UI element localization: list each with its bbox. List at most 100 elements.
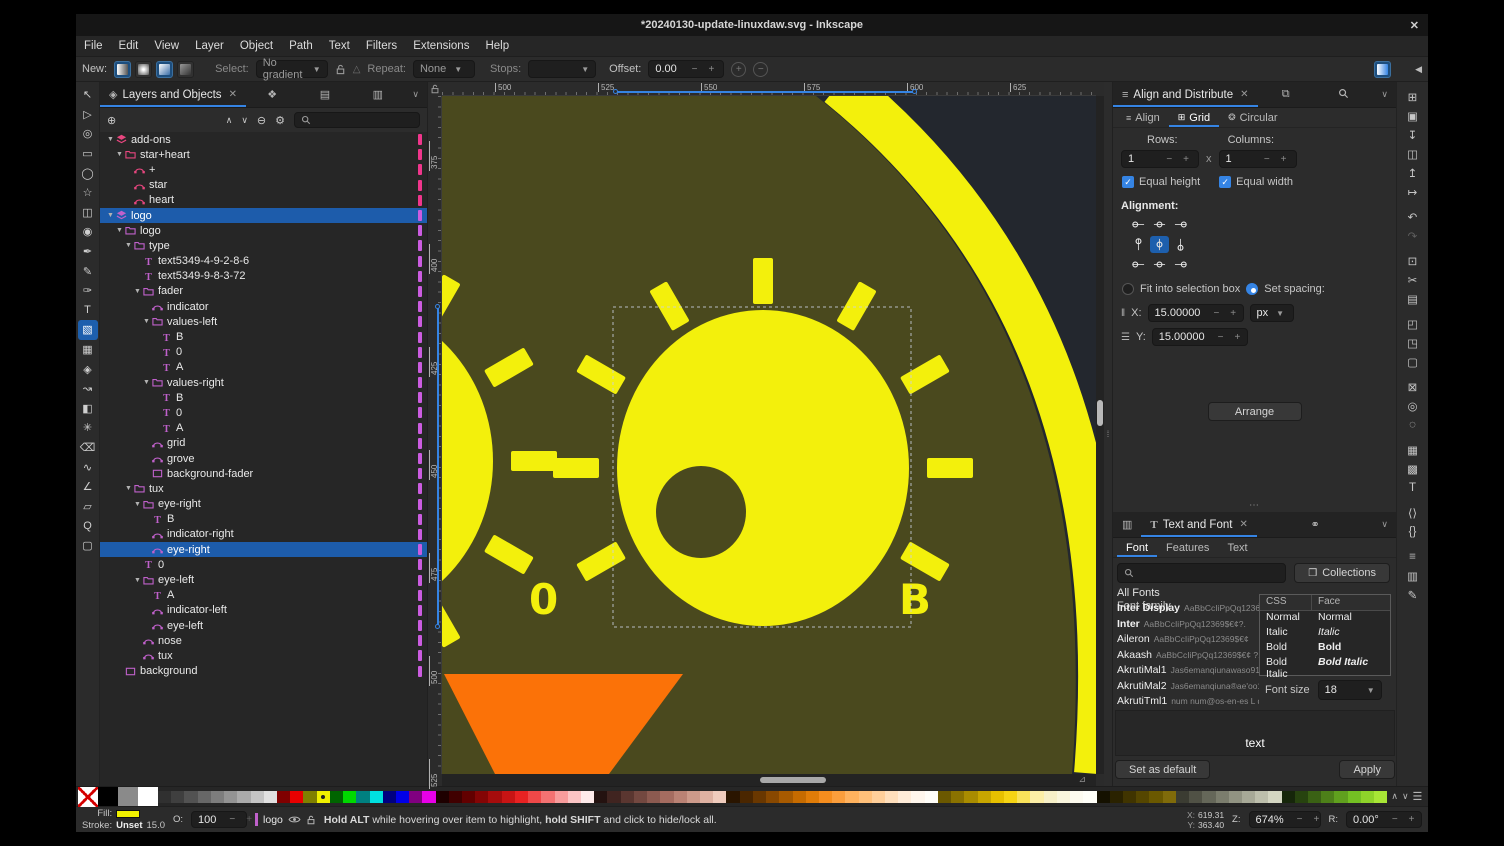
expander-icon[interactable]: ▼ [124, 485, 133, 492]
edit-gradient-button[interactable] [1374, 61, 1391, 78]
plus-button[interactable]: + [1232, 332, 1244, 343]
palette-swatch[interactable] [713, 791, 726, 803]
swatches-tab-icon[interactable]: ❖ [267, 88, 277, 101]
palette-swatch[interactable] [396, 791, 409, 803]
print-document-icon[interactable]: ◫ [1403, 144, 1422, 163]
pen-tool-icon[interactable]: ✒ [78, 242, 98, 262]
palette-swatch[interactable] [1321, 791, 1334, 803]
tree-row[interactable]: ▼fader [100, 284, 427, 299]
palette-swatch[interactable] [264, 791, 277, 803]
palette-swatch[interactable] [740, 791, 753, 803]
anchor-cell-1-0[interactable] [1129, 236, 1148, 253]
palette-swatch[interactable] [885, 791, 898, 803]
tree-row[interactable]: background [100, 664, 427, 679]
subtab-font[interactable]: Font [1117, 538, 1157, 557]
palette-swatch[interactable] [356, 791, 369, 803]
minus-button[interactable]: − [1215, 332, 1227, 343]
expander-icon[interactable]: ▼ [124, 242, 133, 249]
eye-right-knob[interactable] [617, 310, 909, 626]
vertical-scrollbar-thumb[interactable] [1097, 400, 1103, 426]
fill-swatch[interactable] [116, 810, 140, 818]
palette-swatch[interactable] [621, 791, 634, 803]
chevron-down-icon[interactable]: ∨ [1373, 89, 1396, 100]
anchor-cell-0-1[interactable] [1150, 216, 1169, 233]
y-spacing-spinbox[interactable]: 15.00000 −+ [1152, 328, 1248, 346]
tree-row[interactable]: TA [100, 421, 427, 436]
connector-tool-icon[interactable]: ∿ [78, 457, 98, 477]
chevron-down-icon[interactable]: ∨ [404, 89, 427, 100]
palette-swatch[interactable] [475, 791, 488, 803]
palette-swatch[interactable] [1242, 791, 1255, 803]
lower-button[interactable]: ∨ [241, 115, 248, 126]
eye-icon[interactable] [288, 815, 301, 824]
layers-search-input[interactable] [294, 112, 420, 128]
undo-icon[interactable]: ↶ [1403, 207, 1422, 226]
drawing[interactable]: 0 B [442, 96, 1096, 774]
open-document-icon[interactable]: ▣ [1403, 106, 1422, 125]
expander-icon[interactable]: ▼ [142, 318, 151, 325]
import-image-icon[interactable]: ↥ [1403, 163, 1422, 182]
tree-row[interactable]: indicator-right [100, 527, 427, 542]
palette-swatch[interactable] [700, 791, 713, 803]
expander-icon[interactable]: ▼ [142, 379, 151, 386]
palette-swatch[interactable] [303, 791, 316, 803]
tree-row[interactable]: star [100, 178, 427, 193]
palette-swatch[interactable] [436, 791, 449, 803]
large-swatch[interactable] [98, 787, 118, 807]
expander-icon[interactable]: ▼ [115, 151, 124, 158]
palette-swatch[interactable] [184, 791, 197, 803]
palette-swatch[interactable] [1308, 791, 1321, 803]
tree-row[interactable]: background-fader [100, 466, 427, 481]
plus-button[interactable]: + [705, 64, 717, 75]
palette-swatch[interactable] [1189, 791, 1202, 803]
expander-icon[interactable]: ▼ [106, 136, 115, 143]
palette-swatch[interactable] [964, 791, 977, 803]
expander-icon[interactable]: ▼ [115, 227, 124, 234]
collections-button[interactable]: ❒ Collections [1294, 563, 1390, 583]
docked-tab-icons[interactable]: ⧉ [1258, 88, 1374, 102]
settings-gear-icon[interactable]: ⚙ [275, 114, 285, 127]
expander-icon[interactable]: ▼ [133, 577, 142, 584]
minus-button[interactable]: − [226, 814, 238, 825]
page-tool-icon[interactable]: ▱ [78, 496, 98, 516]
palette-swatch[interactable] [594, 791, 607, 803]
palette-swatch[interactable] [779, 791, 792, 803]
tree-row[interactable]: indicator-left [100, 603, 427, 618]
close-icon[interactable]: ✕ [1410, 14, 1419, 36]
document-properties-icon[interactable]: ▥ [1403, 566, 1422, 585]
spiral-tool-icon[interactable]: ◉ [78, 222, 98, 242]
palette-swatch[interactable] [1176, 791, 1189, 803]
tree-row[interactable]: ▼logo [100, 223, 427, 238]
zoom-selection-icon[interactable]: ◳ [1403, 333, 1422, 352]
font-style-item[interactable]: Bold ItalicBold Italic [1260, 656, 1390, 671]
palette-swatch[interactable] [568, 791, 581, 803]
rotation-spinbox[interactable]: 0.00° − + [1346, 811, 1422, 828]
palette-swatch[interactable] [1348, 791, 1361, 803]
docked-tab-icons[interactable]: ❖ ▤ ▥ [246, 88, 404, 101]
palette-swatch[interactable] [1097, 791, 1110, 803]
palette-swatch[interactable] [277, 791, 290, 803]
palette-swatch[interactable] [1361, 791, 1374, 803]
vertical-ruler[interactable]: 375400425450475500525 [428, 96, 442, 774]
tree-row[interactable]: grove [100, 451, 427, 466]
set-as-default-button[interactable]: Set as default [1115, 760, 1210, 779]
expander-icon[interactable]: ▼ [106, 212, 115, 219]
anchor-cell-0-0[interactable] [1129, 216, 1148, 233]
set-spacing-radio[interactable] [1246, 283, 1258, 295]
palette-swatch[interactable] [198, 791, 211, 803]
zoom-tool-icon[interactable]: Q [78, 516, 98, 536]
pages-tool-icon[interactable]: ▢ [78, 536, 98, 556]
tree-row[interactable]: ▼values-left [100, 314, 427, 329]
new-document-icon[interactable]: ⊞ [1403, 87, 1422, 106]
image-dialog-icon[interactable]: ▦ [1403, 440, 1422, 459]
palette-swatch[interactable] [753, 791, 766, 803]
palette-swatch[interactable] [488, 791, 501, 803]
zoom-drawing-icon[interactable]: ◰ [1403, 314, 1422, 333]
pencil-tool-icon[interactable]: ✎ [78, 261, 98, 281]
label-0[interactable]: 0 [529, 575, 558, 624]
align-dialog-icon[interactable]: ≡ [1403, 547, 1422, 566]
tree-row[interactable]: TA [100, 588, 427, 603]
minus-button[interactable]: − [1294, 814, 1306, 825]
redo-icon[interactable]: ↷ [1403, 226, 1422, 245]
star-tool-icon[interactable]: ☆ [78, 183, 98, 203]
